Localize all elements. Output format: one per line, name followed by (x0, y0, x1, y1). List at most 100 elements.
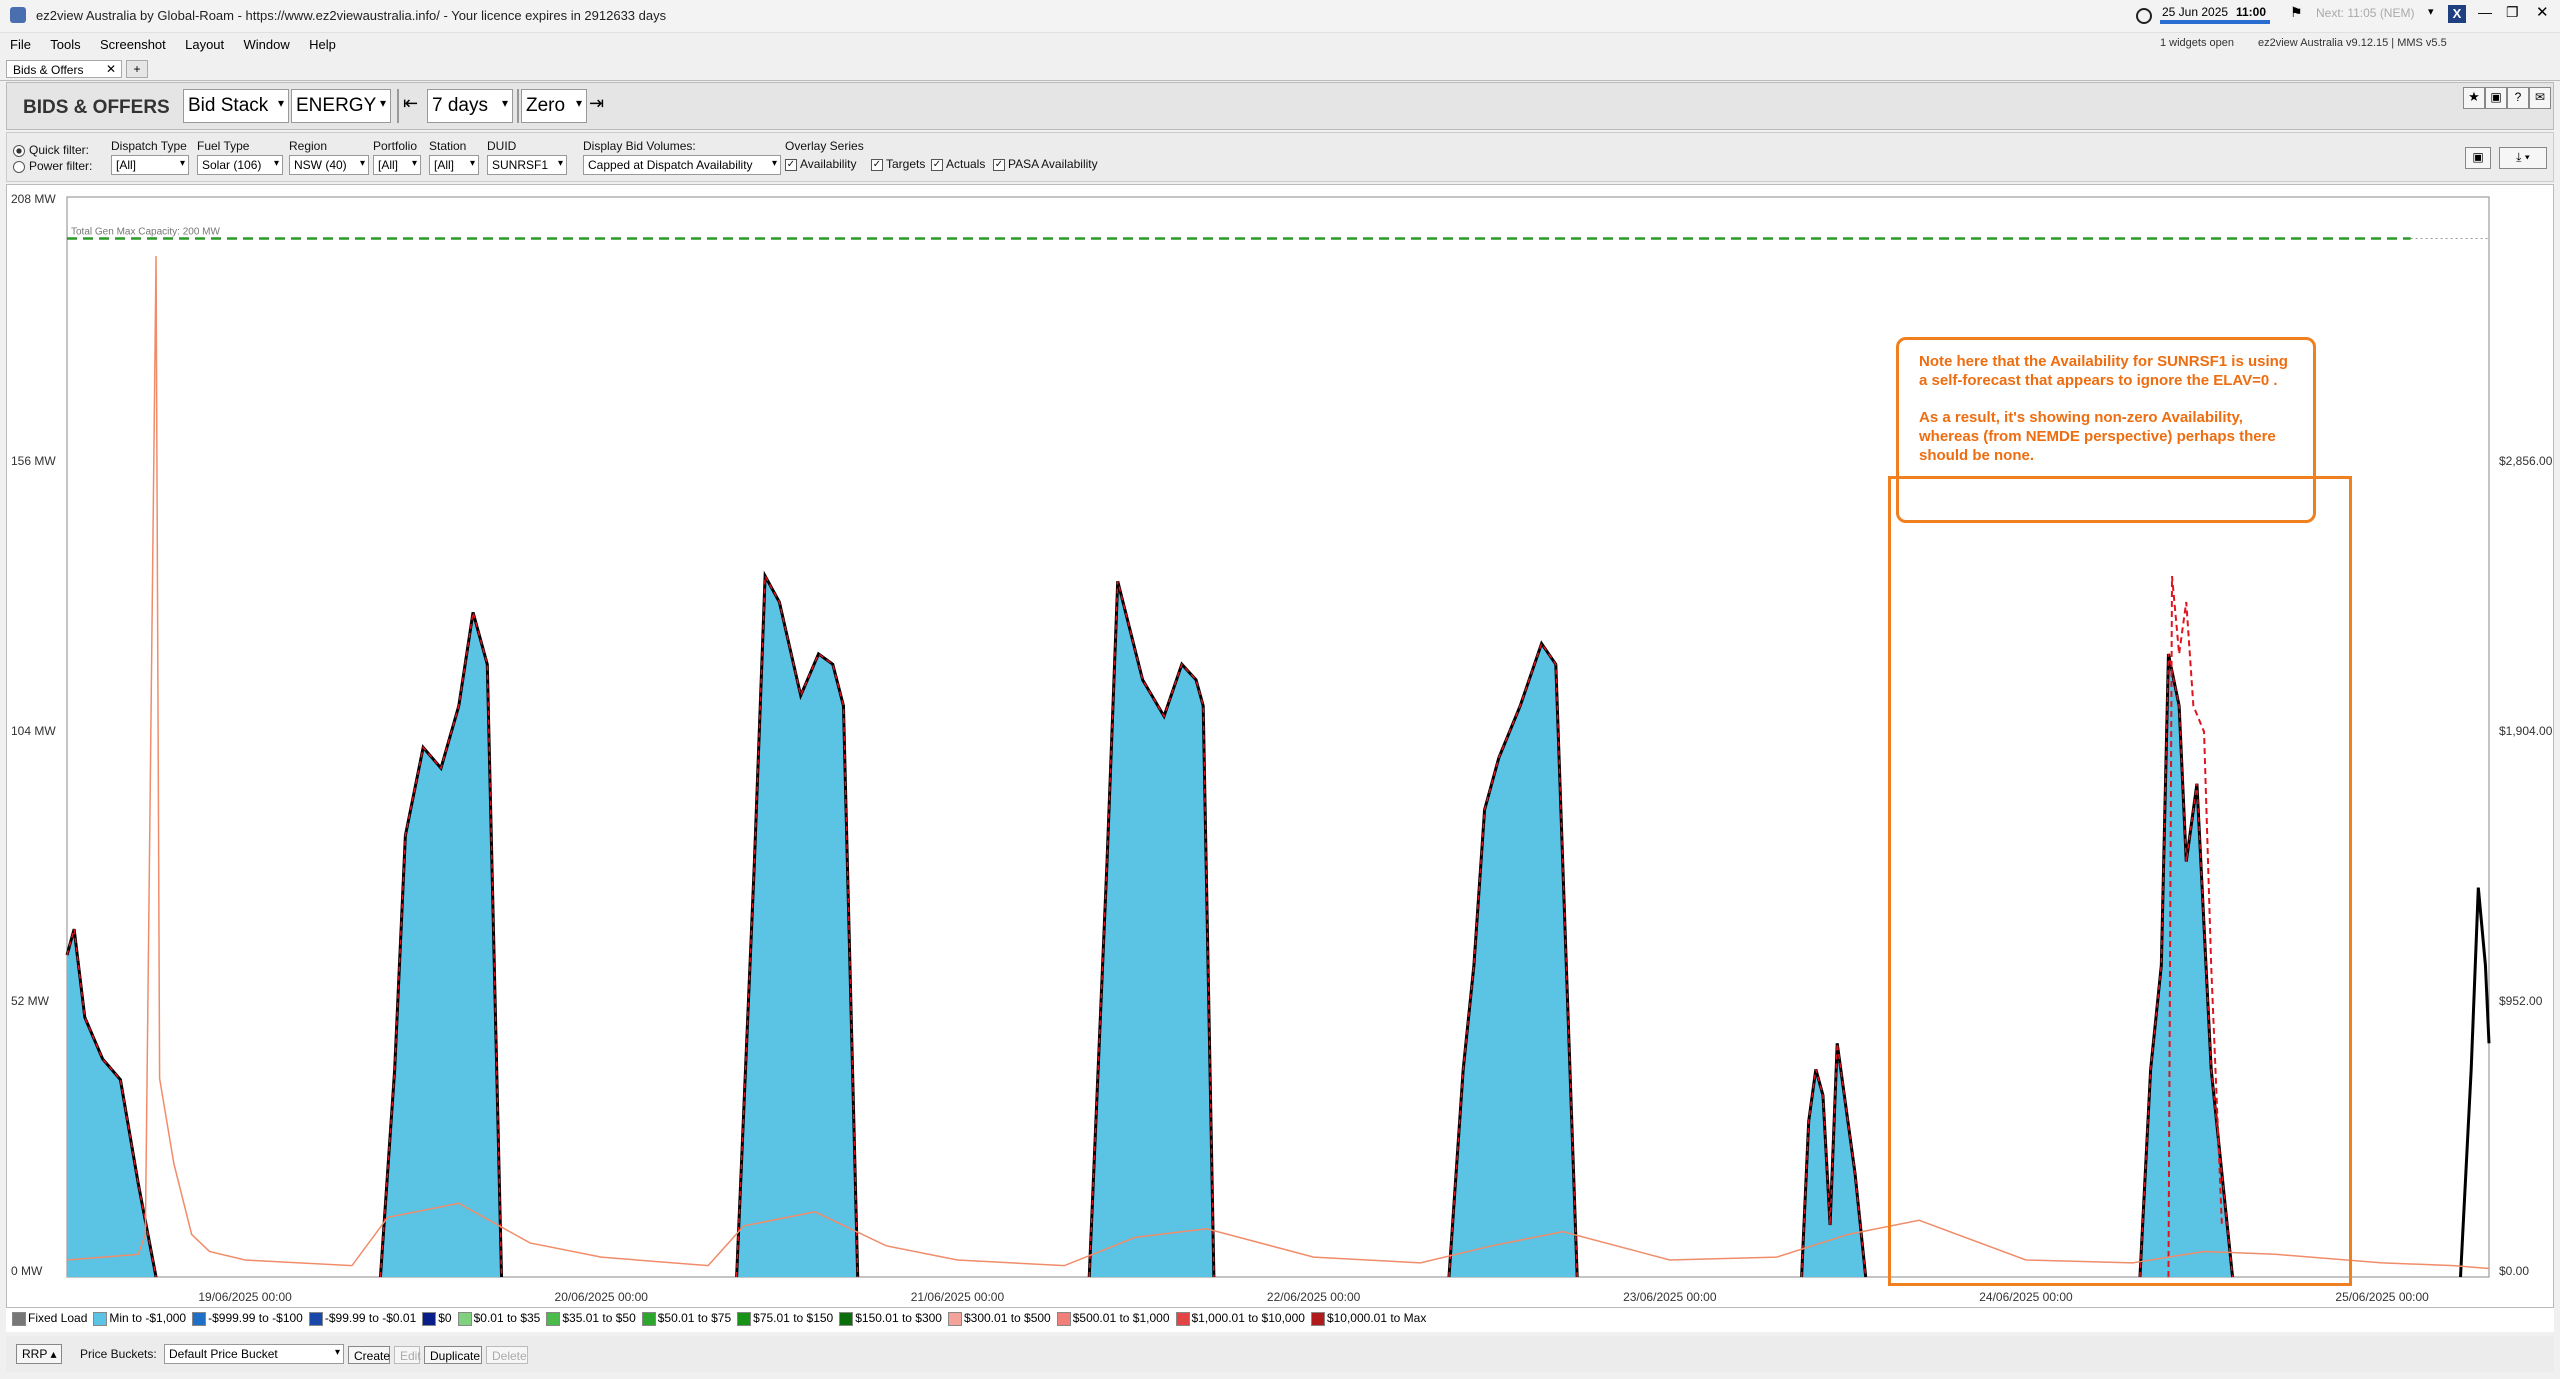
overlay-targets-label: Targets (886, 157, 926, 171)
bid-volume-area (380, 612, 502, 1277)
legend-item[interactable]: $500.01 to $1,000 (1056, 1311, 1170, 1326)
legend-label: $500.01 to $1,000 (1072, 1311, 1170, 1325)
region-select[interactable]: NSW (40) (289, 155, 369, 175)
x-tick-label: 25/06/2025 00:00 (2335, 1290, 2429, 1304)
tab-bids-offers[interactable]: Bids & Offers ✕ (6, 60, 122, 78)
legend-item[interactable]: -$999.99 to -$100 (192, 1311, 303, 1326)
legend-item[interactable]: $0 (422, 1311, 452, 1326)
power-filter-label: Power filter: (29, 159, 93, 173)
time-progress-bar (2160, 20, 2270, 24)
legend-item[interactable]: $75.01 to $150 (737, 1311, 833, 1326)
legend-label: $150.01 to $300 (855, 1311, 942, 1325)
period-select[interactable]: 7 days (427, 89, 513, 123)
export-icon[interactable]: ⤓ ▾ (2499, 147, 2547, 169)
clock-icon[interactable] (2136, 8, 2152, 24)
capacity-label: Total Gen Max Capacity: 200 MW (71, 227, 221, 238)
dispatch-type-select[interactable]: [All] (111, 155, 189, 175)
legend-label: $300.01 to $500 (963, 1311, 1051, 1325)
minimize-icon[interactable]: — (2478, 4, 2492, 20)
restore-icon[interactable]: ❐ (2506, 4, 2519, 21)
next-dropdown-icon[interactable]: ▾ (2428, 5, 2434, 18)
create-button[interactable]: Create (348, 1346, 390, 1364)
station-select[interactable]: [All] (429, 155, 479, 175)
add-tab-button[interactable]: + (126, 60, 148, 78)
overlay-actuals-checkbox[interactable]: ✓ Actuals (931, 157, 985, 171)
title-bar: ez2view Australia by Global-Roam - https… (0, 0, 2560, 33)
legend-swatch (422, 1311, 437, 1326)
legend-item[interactable]: Min to -$1,000 (93, 1311, 186, 1326)
overlay-targets-checkbox[interactable]: ✓ Targets (871, 157, 925, 171)
legend-item[interactable]: Fixed Load (12, 1311, 87, 1326)
favourite-icon[interactable]: ★ (2463, 87, 2485, 109)
legend-swatch (737, 1311, 752, 1326)
rrp-button[interactable]: RRP ▴ (16, 1344, 62, 1364)
comment-icon[interactable]: ✉ (2529, 87, 2551, 109)
overlay-pasa-checkbox[interactable]: ✓ PASA Availability (993, 157, 1098, 171)
menu-file[interactable]: File (10, 37, 31, 52)
legend-swatch (308, 1311, 323, 1326)
fuel-type-select[interactable]: Solar (106) (197, 155, 283, 175)
screenshot-icon[interactable]: ▣ (2465, 147, 2491, 169)
help-icon[interactable]: ? (2507, 87, 2529, 109)
zero-select[interactable]: Zero (521, 89, 587, 123)
edit-button[interactable]: Edit (394, 1346, 421, 1364)
menu-window[interactable]: Window (244, 37, 290, 52)
toolbar-divider (397, 89, 399, 123)
legend-item[interactable]: $1,000.01 to $10,000 (1175, 1311, 1305, 1326)
legend-swatch (12, 1311, 26, 1326)
widgets-open: 1 widgets open (2160, 37, 2234, 49)
station-label: Station (429, 139, 467, 153)
version-info: ez2view Australia v9.12.15 | MMS v5.5 (2258, 37, 2447, 49)
period-back-icon[interactable]: ⇤ (403, 93, 418, 114)
price-bucket-legend: Fixed Load Min to -$1,000 -$999.99 to -$10… (6, 1308, 2554, 1332)
legend-item[interactable]: -$99.99 to -$0.01 (308, 1311, 416, 1326)
delete-button[interactable]: Delete (486, 1346, 528, 1364)
menu-screenshot[interactable]: Screenshot (100, 37, 166, 52)
period-forward-icon[interactable]: ⇥ (589, 93, 604, 114)
duplicate-button[interactable]: Duplicate (424, 1346, 482, 1364)
overlay-availability-checkbox[interactable]: ✓ Availability (785, 157, 856, 171)
legend-swatch (1310, 1311, 1325, 1326)
x-tick-label: 22/06/2025 00:00 (1267, 1290, 1361, 1304)
toolbar-divider (517, 89, 519, 123)
legend-label: Min to -$1,000 (109, 1311, 187, 1325)
tab-bar: Bids & Offers ✕ + (0, 58, 2560, 81)
annotation-text-2: As a result, it's showing non-zero Avail… (1919, 409, 2276, 464)
flag-icon[interactable]: ⚑ (2290, 4, 2303, 21)
legend-item[interactable]: $0.01 to $35 (457, 1311, 541, 1326)
menu-tools[interactable]: Tools (50, 37, 80, 52)
y-tick-label-left: 156 MW (11, 454, 56, 468)
close-icon[interactable]: ✕ (2536, 3, 2549, 21)
tab-close-icon[interactable]: ✕ (106, 62, 116, 76)
duid-label: DUID (487, 139, 517, 153)
rrp-label: RRP (22, 1347, 48, 1361)
page-title: BIDS & OFFERS (23, 97, 170, 118)
portfolio-select[interactable]: [All] (373, 155, 421, 175)
power-filter-radio[interactable]: Power filter: (13, 159, 92, 173)
y-tick-label-right: $952.00 (2499, 994, 2543, 1008)
market-select[interactable]: ENERGY (291, 89, 391, 123)
display-bid-volumes-select[interactable]: Capped at Dispatch Availability (583, 155, 781, 175)
menu-layout[interactable]: Layout (185, 37, 224, 52)
legend-swatch (839, 1311, 854, 1326)
y-tick-label-right: $0.00 (2499, 1264, 2529, 1278)
camera-icon[interactable]: ▣ (2485, 87, 2507, 109)
legend-swatch (457, 1311, 472, 1326)
filter-bar: Quick filter: Power filter: Dispatch Typ… (6, 132, 2554, 182)
legend-item[interactable]: $300.01 to $500 (947, 1311, 1051, 1326)
brand-x-icon[interactable]: X (2448, 5, 2466, 23)
legend-swatch (93, 1311, 108, 1326)
legend-item[interactable]: $50.01 to $75 (641, 1311, 731, 1326)
menu-help[interactable]: Help (309, 37, 336, 52)
legend-label: $0.01 to $35 (473, 1311, 541, 1325)
legend-label: Fixed Load (28, 1311, 88, 1325)
legend-item[interactable]: $10,000.01 to Max (1310, 1311, 1426, 1326)
quick-filter-radio[interactable]: Quick filter: (13, 143, 89, 157)
price-bucket-select[interactable]: Default Price Bucket (164, 1344, 344, 1364)
legend-item[interactable]: $35.01 to $50 (546, 1311, 636, 1326)
legend-item[interactable]: $150.01 to $300 (839, 1311, 942, 1326)
display-bid-volumes-label: Display Bid Volumes: (583, 139, 696, 153)
duid-select[interactable]: SUNRSF1 (487, 155, 567, 175)
view-select[interactable]: Bid Stack (183, 89, 289, 123)
widget-toolbar: BIDS & OFFERS Bid Stack ENERGY ⇤ 7 days … (6, 82, 2554, 130)
